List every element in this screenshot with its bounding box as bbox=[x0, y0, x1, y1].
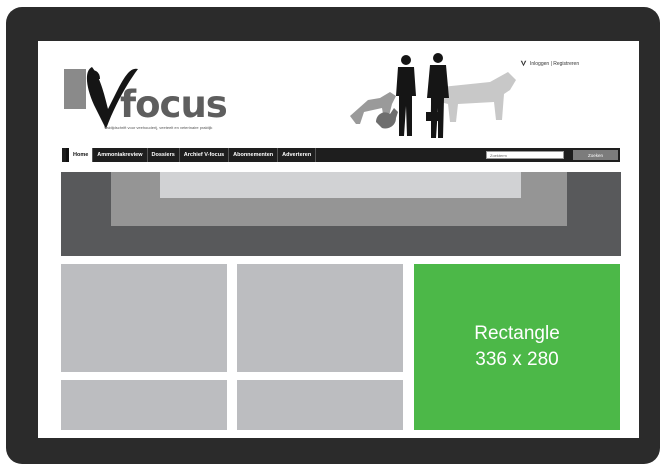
site-tagline: Vaktijdschrift voor veehouderij, veeteel… bbox=[104, 125, 213, 130]
banner-placeholder-leaderboard bbox=[160, 172, 521, 198]
nav-item-ammoniakreview[interactable]: Ammoniakreview bbox=[93, 148, 148, 162]
nav-item-adverteren[interactable]: Adverteren bbox=[278, 148, 317, 162]
rectangle-ad-slot: Rectangle 336 x 280 bbox=[414, 264, 620, 430]
search-button[interactable]: Zoeken bbox=[573, 150, 618, 160]
v-logo-icon bbox=[520, 60, 527, 67]
ad-size: 336 x 280 bbox=[475, 349, 559, 370]
search-input[interactable]: Zoekterm bbox=[486, 151, 564, 159]
nav-item-dossiers[interactable]: Dossiers bbox=[148, 148, 180, 162]
logo-text: focus bbox=[120, 83, 228, 126]
nav-item-home[interactable]: Home bbox=[66, 148, 94, 162]
login-register-link[interactable]: Inloggen | Registreren bbox=[520, 60, 579, 67]
login-register-label: Inloggen | Registreren bbox=[530, 60, 580, 67]
nav-item-archief[interactable]: Archief V-focus bbox=[180, 148, 230, 162]
header-silhouettes-illustration bbox=[350, 53, 516, 138]
content-tile bbox=[61, 264, 227, 372]
nav-item-abonnementen[interactable]: Abonnementen bbox=[229, 148, 279, 162]
content-tile bbox=[237, 380, 403, 430]
content-tile bbox=[237, 264, 403, 372]
content-tile bbox=[61, 380, 227, 430]
ad-label: Rectangle bbox=[474, 323, 560, 344]
